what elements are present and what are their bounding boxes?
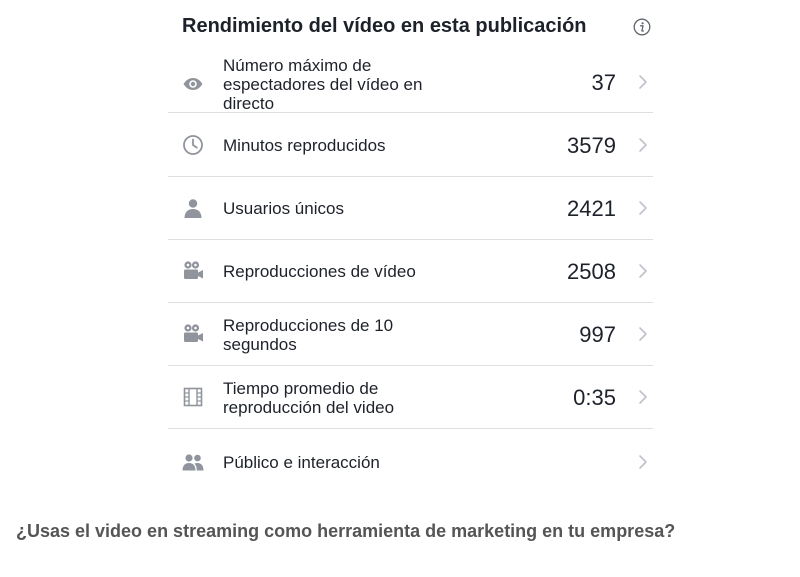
metric-value: 3579 [567,133,616,158]
clock-icon [182,134,204,156]
metric-label: Minutos reproducidos [223,136,386,155]
chevron-right-icon [637,74,649,90]
metric-value: 2508 [567,259,616,284]
chevron-right-icon [637,137,649,153]
metric-value: 0:35 [573,385,616,410]
article-question: ¿Usas el video en streaming como herrami… [16,521,676,541]
metric-row-video-views[interactable]: Reproducciones de vídeo 2508 [168,240,653,303]
chevron-right-icon [637,263,649,279]
metric-row-unique-users[interactable]: Usuarios únicos 2421 [168,177,653,240]
people-icon [182,451,204,473]
metric-row-peak-live-viewers[interactable]: Número máximo de espectadores del vídeo … [168,50,653,113]
video-camera-icon [182,323,204,345]
chevron-right-icon [637,200,649,216]
metric-label: Reproducciones de 10 segundos [223,316,394,354]
metric-value: 37 [591,70,616,95]
metric-row-audience-engagement[interactable]: Público e interacción [168,429,653,493]
metric-label: Usuarios únicos [223,199,344,218]
metric-label: Reproducciones de vídeo [223,262,416,281]
metric-label: Número máximo de espectadores del vídeo … [223,56,423,113]
metric-row-minutes-viewed[interactable]: Minutos reproducidos 3579 [168,113,653,177]
metric-label: Tiempo promedio de reproducción del vide… [223,379,395,417]
video-camera-icon [182,260,204,282]
video-performance-panel: Rendimiento del vídeo en esta publicació… [168,0,653,493]
panel-title: Rendimiento del vídeo en esta publicació… [182,15,587,37]
metric-row-average-watch-time[interactable]: Tiempo promedio de reproducción del vide… [168,366,653,429]
chevron-right-icon [637,454,649,470]
film-strip-icon [182,386,204,408]
metric-list: Número máximo de espectadores del vídeo … [168,50,653,493]
panel-header: Rendimiento del vídeo en esta publicació… [168,0,653,50]
chevron-right-icon [637,326,649,342]
metric-label: Público e interacción [223,453,380,472]
eye-icon [182,73,204,95]
metric-value: 2421 [567,196,616,221]
metric-value: 997 [579,322,616,347]
chevron-right-icon [637,389,649,405]
info-icon[interactable] [633,18,651,36]
metric-row-ten-second-views[interactable]: Reproducciones de 10 segundos 997 [168,303,653,366]
person-icon [182,197,204,219]
